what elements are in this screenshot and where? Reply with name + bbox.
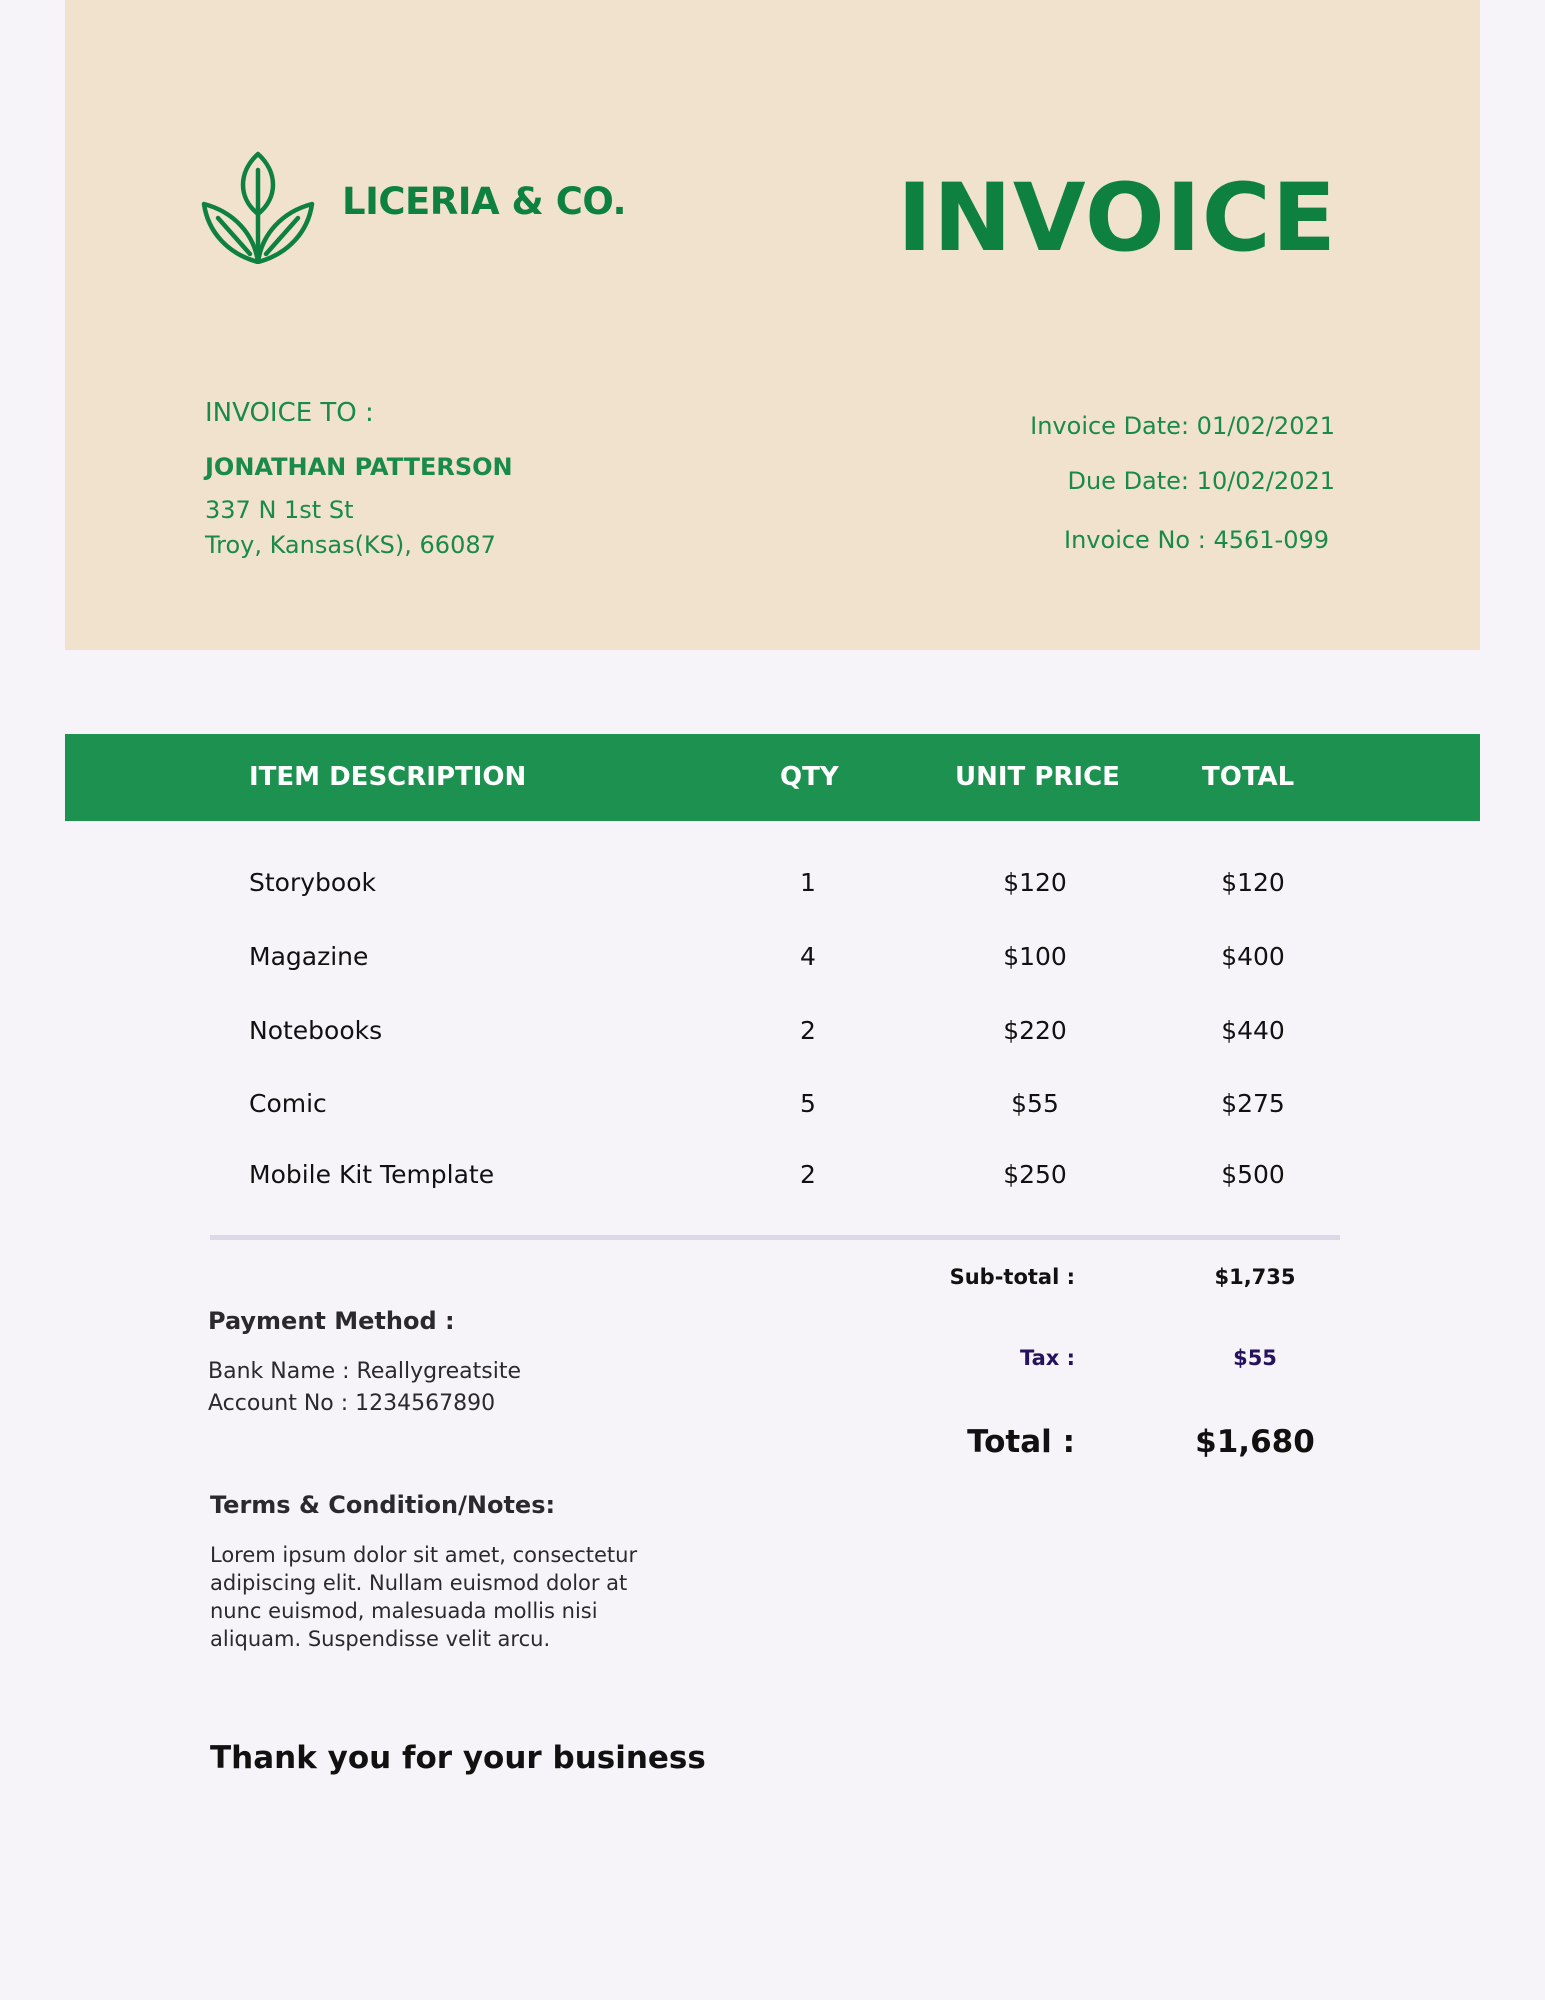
due-date: Due Date: 10/02/2021 xyxy=(1067,467,1335,495)
subtotal-value: $1,735 xyxy=(1214,1265,1296,1289)
tax-value: $55 xyxy=(1233,1346,1277,1370)
item-description: Storybook xyxy=(249,868,376,897)
invoice-date: Invoice Date: 01/02/2021 xyxy=(1030,412,1335,440)
table-row: Notebooks 2 $220 $440 xyxy=(0,1016,1545,1056)
item-total: $275 xyxy=(1221,1089,1285,1118)
payment-account-no: Account No : 1234567890 xyxy=(208,1391,496,1416)
item-unit-price: $220 xyxy=(1003,1016,1067,1045)
col-header-qty: QTY xyxy=(780,762,839,792)
terms-body: Lorem ipsum dolor sit amet, consectetur … xyxy=(210,1543,638,1651)
total-label: Total : xyxy=(967,1424,1075,1460)
table-row: Storybook 1 $120 $120 xyxy=(0,868,1545,908)
item-description: Comic xyxy=(249,1089,327,1118)
bill-to-label: INVOICE TO : xyxy=(205,398,374,428)
tax-label: Tax : xyxy=(1019,1346,1075,1370)
table-divider xyxy=(210,1235,1340,1240)
brand-name: LICERIA & CO. xyxy=(342,180,627,223)
invoice-date-value: 01/02/2021 xyxy=(1196,412,1335,440)
invoice-number-value: 4561-099 xyxy=(1213,526,1329,554)
closing-message: Thank you for your business xyxy=(210,1740,706,1776)
item-total: $440 xyxy=(1221,1016,1285,1045)
item-qty: 2 xyxy=(800,1016,816,1045)
invoice-number: Invoice No : 4561-099 xyxy=(1064,526,1329,554)
item-total: $400 xyxy=(1221,942,1285,971)
invoice-number-label: Invoice No : xyxy=(1064,526,1206,554)
item-description: Magazine xyxy=(249,942,369,971)
item-total: $120 xyxy=(1221,868,1285,897)
total-value: $1,680 xyxy=(1195,1424,1315,1460)
item-qty: 4 xyxy=(800,942,816,971)
item-unit-price: $250 xyxy=(1003,1160,1067,1189)
col-header-unit-price: UNIT PRICE xyxy=(955,762,1120,792)
item-unit-price: $120 xyxy=(1003,868,1067,897)
item-qty: 2 xyxy=(800,1160,816,1189)
table-row: Mobile Kit Template 2 $250 $500 xyxy=(0,1160,1545,1200)
item-total: $500 xyxy=(1221,1160,1285,1189)
item-description: Notebooks xyxy=(249,1016,383,1045)
due-date-value: 10/02/2021 xyxy=(1196,467,1335,495)
item-description: Mobile Kit Template xyxy=(249,1160,495,1189)
terms-title: Terms & Condition/Notes: xyxy=(210,1491,556,1519)
table-header: ITEM DESCRIPTION QTY UNIT PRICE TOTAL xyxy=(65,734,1480,821)
table-row: Magazine 4 $100 $400 xyxy=(0,942,1545,982)
bill-to-name: JONATHAN PATTERSON xyxy=(205,453,513,481)
table-row: Comic 5 $55 $275 xyxy=(0,1089,1545,1129)
payment-bank-name: Bank Name : Reallygreatsite xyxy=(208,1359,522,1384)
invoice-date-label: Invoice Date: xyxy=(1030,412,1190,440)
item-unit-price: $55 xyxy=(1011,1089,1059,1118)
col-header-description: ITEM DESCRIPTION xyxy=(249,762,527,792)
item-qty: 1 xyxy=(800,868,816,897)
col-header-total: TOTAL xyxy=(1202,762,1295,792)
bill-to-address-line2: Troy, Kansas(KS), 66087 xyxy=(205,531,496,559)
item-unit-price: $100 xyxy=(1003,942,1067,971)
leaf-sprout-icon xyxy=(201,151,315,264)
due-date-label: Due Date: xyxy=(1067,467,1190,495)
payment-method-title: Payment Method : xyxy=(208,1307,455,1335)
bill-to-address-line1: 337 N 1st St xyxy=(205,496,354,524)
item-qty: 5 xyxy=(800,1089,816,1118)
document-title: INVOICE xyxy=(897,164,1337,273)
subtotal-label: Sub-total : xyxy=(949,1265,1075,1289)
